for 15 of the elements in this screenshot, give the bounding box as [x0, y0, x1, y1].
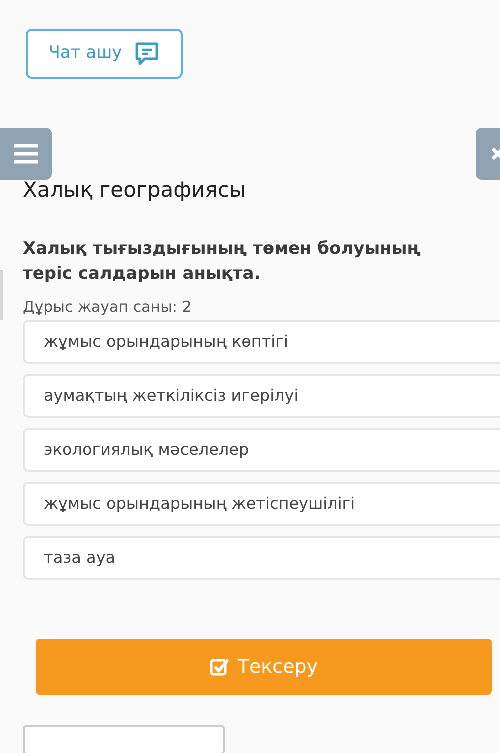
answer-option[interactable]: таза ауа	[23, 536, 500, 580]
chat-icon	[134, 42, 160, 66]
answer-count: Дұрыс жауап саны: 2	[23, 297, 193, 317]
answer-option[interactable]: жұмыс орындарының көптігі	[23, 320, 500, 364]
answer-option[interactable]: аумақтың жеткіліксіз игерілуі	[23, 374, 500, 418]
close-icon	[492, 147, 500, 161]
checkbox-icon	[210, 657, 230, 677]
close-button[interactable]	[476, 128, 500, 180]
answer-option[interactable]: жұмыс орындарының жетіспеушілігі	[23, 482, 500, 526]
page-title: Халық географиясы	[23, 177, 248, 204]
answer-option[interactable]: экологиялық мәселелер	[23, 428, 500, 472]
secondary-button[interactable]	[23, 725, 225, 753]
menu-button[interactable]	[0, 128, 52, 180]
menu-icon	[14, 144, 38, 164]
question-text: Халық тығыздығының төмен болуының теріс салдарын анықта.	[23, 238, 422, 286]
